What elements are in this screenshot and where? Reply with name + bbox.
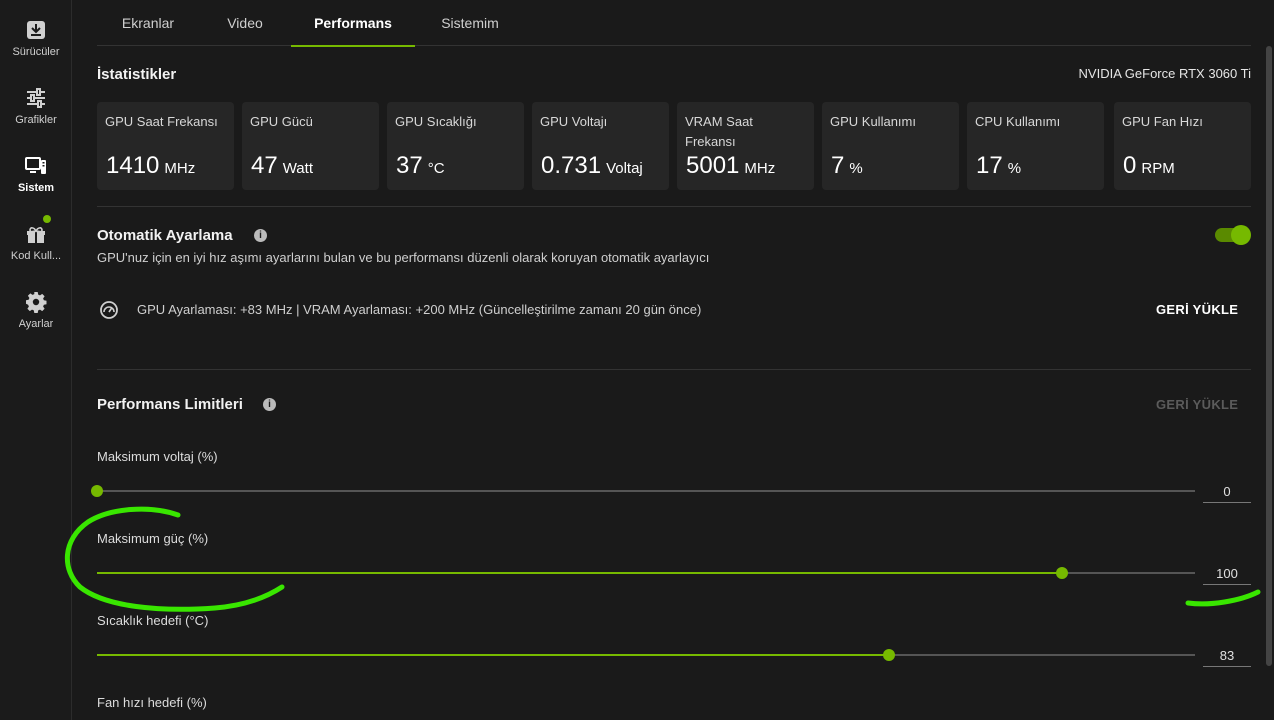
- stat-card-gpu-clock: GPU Saat Frekansı 1410 MHz: [97, 102, 234, 190]
- performance-limits-title: Performans Limitleri: [97, 396, 243, 413]
- stat-name: GPU Sıcaklığı: [395, 114, 477, 129]
- sidebar-item-graphics[interactable]: Grafikler: [0, 86, 72, 146]
- temp-target-value[interactable]: 83: [1203, 645, 1251, 667]
- auto-tune-status: GPU Ayarlaması: +83 MHz | VRAM Ayarlamas…: [137, 302, 702, 317]
- slider-fill: [97, 654, 889, 656]
- stat-unit: %: [849, 160, 863, 177]
- download-icon: [27, 21, 45, 39]
- stat-value: 37: [396, 152, 423, 179]
- gpu-model-name: NVIDIA GeForce RTX 3060 Ti: [1078, 66, 1251, 81]
- scrollbar[interactable]: [1264, 0, 1274, 720]
- max-voltage-slider[interactable]: [91, 484, 1195, 498]
- divider: [97, 369, 1251, 370]
- info-icon[interactable]: i: [263, 398, 276, 411]
- scrollbar-thumb[interactable]: [1266, 46, 1272, 666]
- sidebar-item-label: Kod Kull...: [10, 250, 62, 262]
- tab-my-system[interactable]: Sistemim: [415, 0, 525, 46]
- fan-target-label: Fan hızı hedefi (%): [97, 695, 207, 710]
- stat-card-vram-clock: VRAM Saat Frekansı 5001 MHz: [677, 102, 814, 190]
- limits-reset-button[interactable]: GERİ YÜKLE: [1156, 397, 1238, 412]
- divider: [97, 206, 1251, 207]
- auto-tune-description: GPU'nuz için en iyi hız aşımı ayarlarını…: [97, 250, 710, 265]
- sidebar-item-label: Sürücüler: [12, 46, 60, 58]
- stat-name: GPU Fan Hızı: [1122, 114, 1203, 129]
- tab-video[interactable]: Video: [199, 0, 291, 46]
- stat-name: GPU Saat Frekansı: [105, 114, 218, 129]
- max-voltage-value[interactable]: 0: [1203, 481, 1251, 503]
- stat-name: GPU Kullanımı: [830, 114, 916, 129]
- gear-icon: [26, 292, 47, 313]
- stat-value: 7: [831, 152, 845, 179]
- stat-value: 0.731: [541, 152, 602, 179]
- stat-unit: MHz: [744, 160, 776, 177]
- stat-value: 1410: [106, 152, 160, 179]
- sidebar-item-label: Ayarlar: [18, 318, 54, 330]
- stats-cards: GPU Saat Frekansı 1410 MHz GPU Gücü 47 Wat…: [97, 102, 1251, 190]
- auto-tune-reset-button[interactable]: GERİ YÜKLE: [1156, 302, 1238, 317]
- sidebar: Sürücüler Grafikler Sistem Kod Kull... A…: [0, 0, 72, 720]
- temp-target-slider[interactable]: [97, 648, 1195, 662]
- stat-value: 5001: [686, 152, 740, 179]
- notification-badge: [43, 215, 51, 223]
- max-power-slider[interactable]: [97, 566, 1195, 580]
- stat-unit: Watt: [282, 160, 313, 177]
- toggle-knob: [1231, 225, 1251, 245]
- sidebar-item-label: Sistem: [17, 182, 55, 194]
- max-power-value[interactable]: 100: [1203, 563, 1251, 585]
- stat-name: GPU Voltajı: [540, 114, 608, 129]
- stat-card-gpu-usage: GPU Kullanımı 7%: [822, 102, 959, 190]
- monitor-icon: [25, 157, 46, 174]
- temp-target-label: Sıcaklık hedefi (°C): [97, 613, 209, 628]
- tab-performance[interactable]: Performans: [291, 0, 415, 47]
- stat-name: VRAM Saat Frekansı: [685, 114, 753, 149]
- stat-unit: °C: [427, 160, 445, 177]
- main-content: Ekranlar Video Performans Sistemim İstat…: [73, 0, 1263, 720]
- auto-tune-toggle[interactable]: [1215, 225, 1251, 245]
- stat-value: 47: [251, 152, 278, 179]
- sidebar-item-drivers[interactable]: Sürücüler: [0, 18, 72, 78]
- stat-unit: MHz: [164, 160, 196, 177]
- slider-rail: [97, 490, 1195, 492]
- stat-value: 0: [1123, 152, 1137, 179]
- sidebar-item-settings[interactable]: Ayarlar: [0, 290, 72, 350]
- max-voltage-label: Maksimum voltaj (%): [97, 449, 218, 464]
- speedometer-icon: [100, 301, 118, 319]
- slider-thumb[interactable]: [882, 649, 895, 661]
- tab-displays[interactable]: Ekranlar: [97, 0, 199, 46]
- sidebar-item-redeem[interactable]: Kod Kull...: [0, 222, 72, 282]
- gift-icon: [27, 227, 45, 243]
- stat-card-gpu-temp: GPU Sıcaklığı 37 °C: [387, 102, 524, 190]
- stat-card-fan-speed: GPU Fan Hızı 0 RPM: [1114, 102, 1251, 190]
- stat-name: GPU Gücü: [250, 114, 313, 129]
- info-icon[interactable]: i: [254, 229, 267, 242]
- stat-card-gpu-power: GPU Gücü 47 Watt: [242, 102, 379, 190]
- statistics-title: İstatistikler: [97, 66, 177, 83]
- auto-tune-title: Otomatik Ayarlama: [97, 227, 233, 244]
- stat-unit: RPM: [1141, 160, 1175, 177]
- max-power-label: Maksimum güç (%): [97, 531, 209, 546]
- slider-thumb[interactable]: [1056, 567, 1069, 579]
- stat-unit: %: [1007, 160, 1022, 177]
- sidebar-item-label: Grafikler: [15, 114, 57, 126]
- stat-value: 17: [976, 152, 1003, 179]
- stat-name: CPU Kullanımı: [975, 114, 1061, 129]
- sidebar-item-system[interactable]: Sistem: [0, 154, 72, 214]
- tab-bar: Ekranlar Video Performans Sistemim: [97, 0, 1251, 47]
- stat-card-gpu-voltage: GPU Voltajı 0.731 Voltaj: [532, 102, 669, 190]
- stat-unit: Voltaj: [606, 160, 643, 177]
- stat-card-cpu-usage: CPU Kullanımı 17%: [967, 102, 1104, 190]
- sliders-icon: [27, 88, 45, 108]
- slider-thumb[interactable]: [91, 485, 103, 497]
- slider-fill: [97, 572, 1063, 574]
